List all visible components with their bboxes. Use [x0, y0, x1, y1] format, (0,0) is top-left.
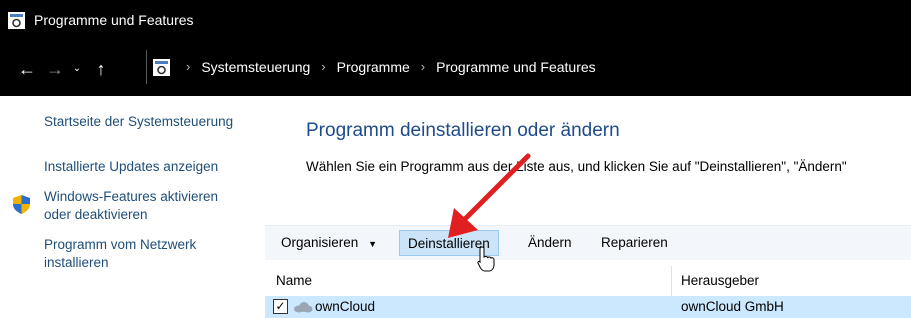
column-divider[interactable] [671, 266, 672, 296]
column-header-publisher[interactable]: Herausgeber [681, 268, 759, 294]
breadcrumb-item-programme[interactable]: Programme [337, 58, 410, 76]
column-header-name[interactable]: Name [276, 268, 312, 294]
back-button[interactable]: ← [16, 58, 38, 80]
title-bar: Programme und Features [0, 0, 911, 40]
sidebar-item-control-panel-home[interactable]: Startseite der Systemsteuerung [44, 113, 233, 130]
control-panel-icon [8, 12, 25, 29]
breadcrumb-item-systemsteuerung[interactable]: Systemsteuerung [201, 58, 310, 76]
shield-icon [13, 195, 30, 214]
command-bar: Organisieren ▼ Deinstallieren Ändern Rep… [265, 225, 911, 260]
table-row[interactable]: ✓ ownCloud ownCloud GmbH [265, 296, 911, 318]
chevron-right-icon: › [186, 59, 191, 74]
breadcrumb: › Systemsteuerung › Programme › Programm… [175, 58, 596, 76]
chevron-right-icon: › [420, 59, 426, 74]
address-box[interactable]: › Systemsteuerung › Programme › Programm… [146, 50, 911, 84]
sidebar-item-installed-updates[interactable]: Installierte Updates anzeigen [44, 158, 218, 175]
change-button[interactable]: Ändern [528, 232, 572, 254]
page-title: Programm deinstallieren oder ändern [306, 120, 620, 141]
sidebar-item-network-install-line2[interactable]: installieren [44, 254, 109, 271]
recent-locations-button[interactable]: ⌄ [70, 58, 84, 80]
control-panel-icon [153, 59, 170, 76]
address-bar: ← → ⌄ ↑ › Systemsteuerung › Programme › … [0, 40, 911, 96]
cloud-icon [294, 302, 313, 313]
breadcrumb-item-programme-und-features[interactable]: Programme und Features [436, 58, 596, 76]
sidebar-item-network-install-line1[interactable]: Programm vom Netzwerk [44, 236, 196, 253]
organize-label: Organisieren [281, 235, 359, 250]
organize-button[interactable]: Organisieren ▼ [281, 232, 377, 254]
repair-button[interactable]: Reparieren [601, 232, 668, 254]
page-description: Wählen Sie ein Programm aus der Liste au… [306, 159, 847, 174]
sidebar-item-windows-features-line1[interactable]: Windows-Features aktivieren [44, 188, 218, 205]
forward-button[interactable]: → [44, 58, 66, 80]
chevron-down-icon: ▼ [368, 239, 377, 249]
chevron-right-icon: › [321, 59, 326, 74]
hand-cursor-icon [477, 246, 495, 272]
up-button[interactable]: ↑ [90, 58, 112, 80]
sidebar-item-windows-features-line2[interactable]: oder deaktivieren [44, 206, 148, 223]
program-name: ownCloud [315, 299, 376, 314]
program-publisher: ownCloud GmbH [681, 299, 784, 314]
window-title: Programme und Features [34, 12, 194, 28]
row-checkbox[interactable]: ✓ [273, 299, 288, 314]
